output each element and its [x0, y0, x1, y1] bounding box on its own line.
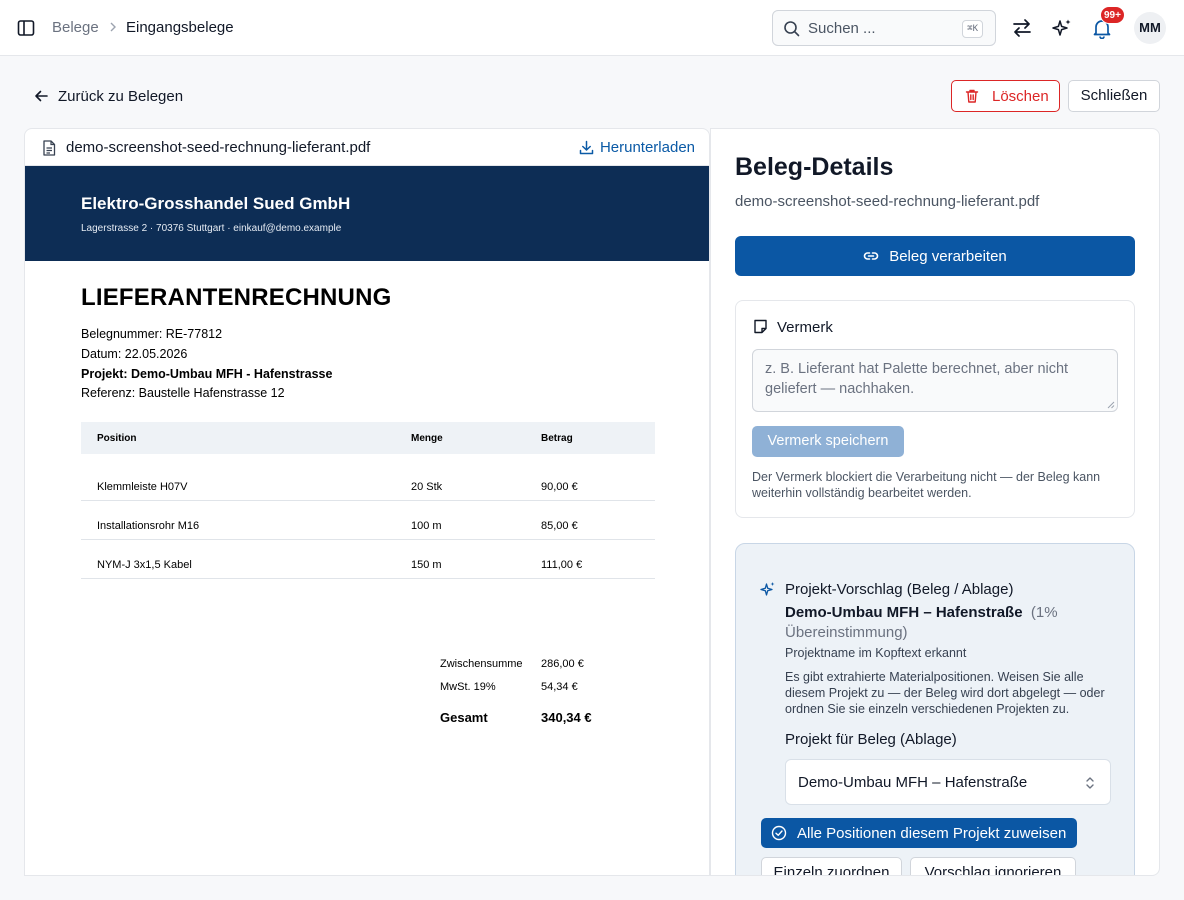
- download-link[interactable]: Herunterladen: [579, 139, 695, 156]
- subtotal-value: 286,00 €: [541, 658, 584, 670]
- row-position: Installationsrohr M16: [97, 520, 200, 532]
- breadcrumb-belege[interactable]: Belege: [52, 19, 99, 36]
- back-to-belege-link[interactable]: Zurück zu Belegen: [34, 86, 183, 106]
- row-position: NYM-J 3x1,5 Kabel: [97, 559, 192, 571]
- check-circle-icon: [771, 825, 787, 841]
- details-title: Beleg-Details: [735, 153, 894, 181]
- download-icon: [579, 140, 594, 155]
- breadcrumb-eingangsbelege: Eingangsbelege: [126, 19, 234, 36]
- note-icon: [754, 319, 767, 334]
- project-select[interactable]: Demo-Umbau MFH – Hafenstraße: [785, 759, 1111, 805]
- note-placeholder: z. B. Lieferant hat Palette berechnet, a…: [765, 361, 1069, 397]
- vat-value: 54,34 €: [541, 681, 578, 693]
- suggested-project-name: Demo-Umbau MFH – Hafenstraße: [785, 604, 1023, 621]
- row-menge: 20 Stk: [411, 481, 443, 493]
- document-preview: demo-screenshot-seed-rechnung-lieferant.…: [24, 128, 710, 876]
- row-betrag: 111,00 €: [541, 559, 583, 571]
- download-label: Herunterladen: [599, 139, 695, 156]
- assign-all-button[interactable]: Alle Positionen diesem Projekt zuweisen: [761, 818, 1077, 848]
- search-icon: [784, 21, 800, 37]
- invoice-title: LIEFERANTENRECHNUNG: [81, 284, 392, 311]
- sparkles-icon: [760, 582, 775, 596]
- search-placeholder: Suchen ...: [808, 20, 876, 37]
- close-button[interactable]: Schließen: [1068, 80, 1160, 112]
- pdf-page: Elektro-Grosshandel Sued GmbH Lagerstras…: [25, 166, 709, 875]
- ignore-suggestion-button[interactable]: Vorschlag ignorieren: [910, 857, 1076, 875]
- invoice-reference: Referenz: Baustelle Hafenstrasse 12: [81, 386, 285, 400]
- back-label: Zurück zu Belegen: [58, 87, 184, 105]
- suggestion-info: Es gibt extrahierte Materialpositionen. …: [785, 670, 1105, 716]
- invoice-address: Lagerstrasse 2 · 70376 Stuttgart · einka…: [81, 223, 342, 234]
- subtotal-label: Zwischensumme: [440, 658, 523, 670]
- sidebar-toggle-icon[interactable]: [17, 19, 35, 37]
- search-shortcut: ⌘K: [962, 20, 983, 38]
- details-panel: Beleg-Details demo-screenshot-seed-rechn…: [710, 128, 1160, 876]
- project-select-label: Projekt für Beleg (Ablage): [785, 731, 957, 748]
- search-input[interactable]: Suchen ... ⌘K: [772, 10, 996, 46]
- delete-button[interactable]: Löschen: [951, 80, 1060, 112]
- row-betrag: 90,00 €: [541, 481, 578, 493]
- row-menge: 100 m: [411, 520, 442, 532]
- note-card: Vermerk z. B. Lieferant hat Palette bere…: [735, 300, 1135, 518]
- row-menge: 150 m: [411, 559, 442, 571]
- top-bar: Belege Eingangsbelege Suchen ... ⌘K 99+ …: [0, 0, 1184, 56]
- invoice-date: Datum: 22.05.2026: [81, 347, 188, 361]
- details-file-name: demo-screenshot-seed-rechnung-lieferant.…: [735, 193, 1040, 210]
- resize-grip-icon[interactable]: [1107, 401, 1115, 409]
- table-row: NYM-J 3x1,5 Kabel 150 m 111,00 €: [81, 540, 655, 579]
- table-row: Klemmleiste H07V 20 Stk 90,00 €: [81, 462, 655, 501]
- invoice-company: Elektro-Grosshandel Sued GmbH: [81, 194, 351, 213]
- process-receipt-button[interactable]: Beleg verarbeiten: [735, 236, 1135, 276]
- col-position: Position: [97, 433, 137, 444]
- assign-all-label: Alle Positionen diesem Projekt zuweisen: [797, 824, 1067, 842]
- preview-header: demo-screenshot-seed-rechnung-lieferant.…: [25, 129, 709, 166]
- col-betrag: Betrag: [541, 433, 573, 444]
- trash-icon: [965, 89, 979, 103]
- notification-badge: 99+: [1100, 6, 1125, 24]
- suggestion-title: Projekt-Vorschlag (Beleg / Ablage): [785, 581, 1014, 598]
- arrows-swap-icon[interactable]: [1011, 17, 1033, 39]
- preview-file-name: demo-screenshot-seed-rechnung-lieferant.…: [66, 139, 371, 156]
- delete-label: Löschen: [992, 87, 1049, 105]
- table-row: Installationsrohr M16 100 m 85,00 €: [81, 501, 655, 540]
- row-betrag: 85,00 €: [541, 520, 578, 532]
- row-position: Klemmleiste H07V: [97, 481, 188, 493]
- invoice-table-header: Position Menge Betrag: [81, 422, 655, 454]
- arrow-left-icon: [35, 90, 48, 102]
- invoice-project: Projekt: Demo-Umbau MFH - Hafenstrasse: [81, 367, 333, 381]
- total-value: 340,34 €: [541, 710, 592, 725]
- file-text-icon: [43, 140, 56, 156]
- note-textarea[interactable]: z. B. Lieferant hat Palette berechnet, a…: [752, 349, 1118, 412]
- assign-single-button[interactable]: Einzeln zuordnen: [761, 857, 902, 875]
- project-suggestion-card: Projekt-Vorschlag (Beleg / Ablage) Demo-…: [735, 543, 1135, 875]
- note-hint: Der Vermerk blockiert die Verarbeitung n…: [752, 470, 1101, 500]
- vat-label: MwSt. 19%: [440, 681, 496, 693]
- link-icon: [863, 252, 879, 260]
- total-label: Gesamt: [440, 710, 488, 725]
- invoice-number: Belegnummer: RE-77812: [81, 327, 223, 341]
- avatar[interactable]: MM: [1134, 12, 1166, 44]
- suggestion-reason: Projektname im Kopftext erkannt: [785, 646, 967, 660]
- note-title: Vermerk: [777, 319, 833, 336]
- project-select-value: Demo-Umbau MFH – Hafenstraße: [798, 774, 1028, 791]
- chevron-up-down-icon: [1086, 777, 1094, 789]
- process-label: Beleg verarbeiten: [889, 247, 1007, 265]
- suggested-project: Demo-Umbau MFH – Hafenstraße (1% Überein…: [785, 603, 1115, 643]
- col-menge: Menge: [411, 433, 443, 444]
- sparkles-icon[interactable]: [1051, 17, 1073, 39]
- save-note-button[interactable]: Vermerk speichern: [752, 426, 904, 457]
- chevron-right-icon: [110, 22, 116, 32]
